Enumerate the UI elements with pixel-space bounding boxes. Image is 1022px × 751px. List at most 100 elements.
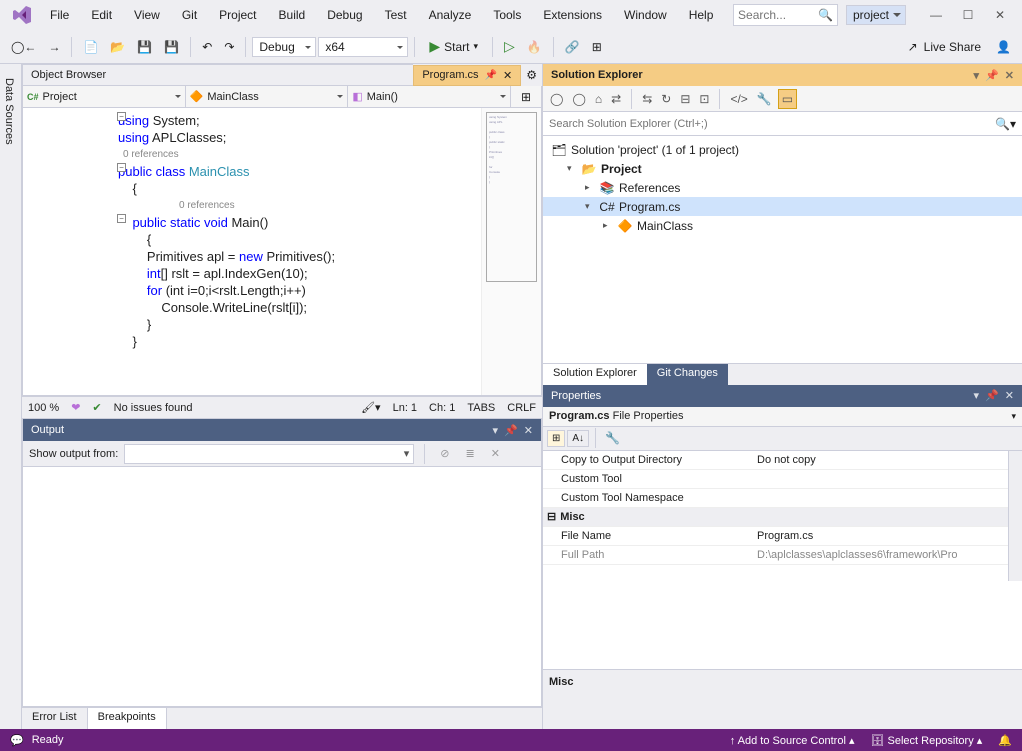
- chat-icon[interactable]: 💬: [10, 734, 24, 747]
- redo-button[interactable]: ↷: [219, 37, 239, 57]
- menu-test[interactable]: Test: [375, 4, 417, 26]
- code-lens-references[interactable]: 0 references: [23, 146, 481, 163]
- menu-file[interactable]: File: [40, 4, 79, 26]
- se-home-button[interactable]: ⌂: [592, 90, 605, 108]
- fold-button[interactable]: −: [117, 112, 126, 121]
- se-back-button[interactable]: ◯: [547, 90, 566, 108]
- add-source-control-button[interactable]: ↑ Add to Source Control ▴: [730, 734, 855, 747]
- panel-dropdown-icon[interactable]: ▾: [493, 424, 499, 437]
- code-lens-references[interactable]: 0 references: [23, 197, 481, 214]
- config-combo[interactable]: Debug: [252, 37, 316, 57]
- panel-close-icon[interactable]: ✕: [524, 424, 533, 437]
- brush-icon[interactable]: 🖌▾: [361, 401, 381, 414]
- menu-window[interactable]: Window: [614, 4, 677, 26]
- start-without-debug-button[interactable]: ▷: [499, 35, 520, 58]
- panel-pin-icon[interactable]: 📌: [985, 69, 999, 82]
- tree-item[interactable]: ▸🔶MainClass: [543, 216, 1022, 235]
- menu-help[interactable]: Help: [679, 4, 724, 26]
- panel-dropdown-icon[interactable]: ▾: [974, 389, 980, 402]
- se-tab-git[interactable]: Git Changes: [647, 364, 728, 385]
- scrollbar[interactable]: [1008, 451, 1022, 581]
- nav-class-combo[interactable]: 🔶 MainClass: [186, 86, 349, 107]
- expander-icon[interactable]: ▸: [603, 220, 613, 231]
- se-sync-button[interactable]: ⇆: [639, 90, 655, 108]
- properties-subject[interactable]: Program.cs File Properties ▾: [543, 407, 1022, 427]
- fold-button[interactable]: −: [117, 214, 126, 223]
- props-alpha-button[interactable]: A↓: [567, 430, 589, 447]
- se-properties-button[interactable]: 🔧: [754, 90, 775, 108]
- props-categorized-button[interactable]: ⊞: [547, 430, 565, 447]
- layout-button[interactable]: ⊞: [587, 37, 607, 57]
- se-collapse-button[interactable]: ⊟: [677, 90, 693, 108]
- tree-item[interactable]: ▾C#Program.cs: [543, 197, 1022, 216]
- panel-close-icon[interactable]: ✕: [1005, 69, 1014, 82]
- title-search-input[interactable]: [738, 8, 818, 22]
- props-wrench-button[interactable]: 🔧: [602, 429, 623, 447]
- se-refresh-button[interactable]: ↻: [658, 90, 674, 108]
- se-preview-button[interactable]: ▭: [778, 89, 797, 109]
- crlf-indicator[interactable]: CRLF: [507, 402, 536, 414]
- se-tab-explorer[interactable]: Solution Explorer: [543, 364, 647, 385]
- prop-category-misc[interactable]: ⊟ Misc: [543, 508, 1022, 527]
- pin-icon[interactable]: 📌: [485, 70, 497, 81]
- panel-close-icon[interactable]: ✕: [1005, 389, 1014, 402]
- se-code-button[interactable]: </>: [727, 90, 750, 108]
- feedback-button[interactable]: 👤: [991, 37, 1016, 57]
- property-row[interactable]: Full PathD:\aplclasses\aplclasses6\frame…: [543, 546, 1022, 565]
- editor-tab-program[interactable]: Program.cs 📌 ✕: [413, 65, 521, 86]
- expander-icon[interactable]: ▾: [567, 163, 577, 174]
- panel-pin-icon[interactable]: 📌: [504, 424, 518, 437]
- close-button[interactable]: ✕: [990, 5, 1010, 25]
- expander-icon[interactable]: ▾: [585, 201, 595, 212]
- se-switch-button[interactable]: ⇄: [608, 90, 624, 108]
- tabs-indicator[interactable]: TABS: [467, 402, 495, 414]
- nav-fwd-button[interactable]: →: [43, 37, 65, 57]
- code-editor[interactable]: −using System;using APLClasses;0 referen…: [22, 108, 542, 396]
- menu-extensions[interactable]: Extensions: [533, 4, 612, 26]
- search-icon[interactable]: 🔍▾: [995, 117, 1016, 131]
- tree-item[interactable]: ▾📂Project: [543, 159, 1022, 178]
- project-selector[interactable]: project: [846, 5, 906, 25]
- menu-analyze[interactable]: Analyze: [419, 4, 482, 26]
- panel-dropdown-icon[interactable]: ▾: [974, 69, 980, 82]
- nav-member-combo[interactable]: ◧ Main(): [348, 86, 511, 107]
- breakpoints-tab[interactable]: Breakpoints: [88, 708, 167, 729]
- menu-debug[interactable]: Debug: [317, 4, 372, 26]
- menu-git[interactable]: Git: [172, 4, 207, 26]
- browser-link-button[interactable]: 🔗: [560, 37, 585, 57]
- se-fwd-button[interactable]: ◯: [569, 90, 588, 108]
- property-row[interactable]: Custom Tool: [543, 470, 1022, 489]
- error-list-tab[interactable]: Error List: [22, 708, 88, 729]
- output-source-combo[interactable]: [124, 444, 414, 464]
- expander-icon[interactable]: ▸: [585, 182, 595, 193]
- se-showall-button[interactable]: ⊡: [696, 90, 712, 108]
- property-row[interactable]: Custom Tool Namespace: [543, 489, 1022, 508]
- platform-combo[interactable]: x64: [318, 37, 408, 57]
- tab-overflow-button[interactable]: ⚙: [521, 65, 542, 85]
- data-sources-tab[interactable]: Data Sources: [0, 70, 18, 729]
- select-repo-button[interactable]: 🗄 Select Repository ▴: [870, 734, 982, 747]
- hot-reload-button[interactable]: 🔥: [522, 37, 547, 57]
- menu-build[interactable]: Build: [269, 4, 316, 26]
- title-search[interactable]: 🔍: [733, 4, 838, 26]
- tree-solution[interactable]: 🗂 Solution 'project' (1 of 1 project): [543, 140, 1022, 159]
- undo-button[interactable]: ↶: [197, 37, 217, 57]
- prop-value[interactable]: Program.cs: [753, 530, 1022, 542]
- property-row[interactable]: File NameProgram.cs: [543, 527, 1022, 546]
- output-clear2-button[interactable]: ✕: [486, 444, 505, 463]
- split-editor-button[interactable]: ⊞: [511, 86, 541, 107]
- zoom-level[interactable]: 100 %: [28, 402, 59, 414]
- tree-item[interactable]: ▸📚References: [543, 178, 1022, 197]
- save-all-button[interactable]: 💾: [159, 37, 184, 57]
- output-body[interactable]: [23, 467, 541, 706]
- prop-value[interactable]: Do not copy: [753, 454, 1022, 466]
- minimap[interactable]: using Systemusing APLpublic class{public…: [481, 108, 541, 395]
- live-share-button[interactable]: ↗ Live Share: [900, 37, 989, 57]
- nav-scope-combo[interactable]: C# Project: [23, 86, 186, 107]
- output-wrap-button[interactable]: ≣: [461, 444, 480, 463]
- menu-tools[interactable]: Tools: [483, 4, 531, 26]
- menu-project[interactable]: Project: [209, 4, 266, 26]
- menu-view[interactable]: View: [124, 4, 170, 26]
- open-button[interactable]: 📂: [105, 37, 130, 57]
- nav-back-button[interactable]: ◯←: [6, 37, 41, 57]
